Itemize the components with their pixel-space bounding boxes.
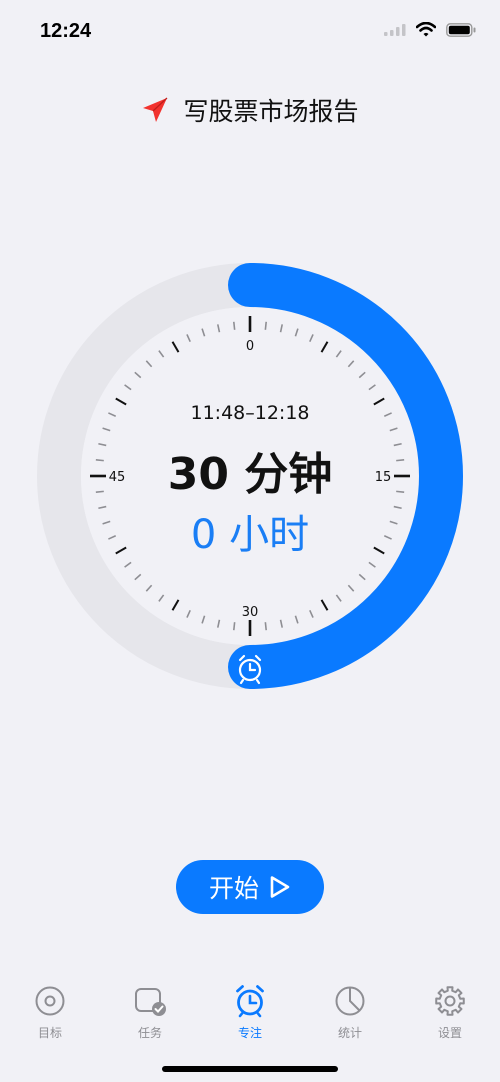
duration-minutes: 30 分钟: [167, 449, 333, 500]
start-button-label: 开始: [208, 874, 259, 903]
gear-outline: [435, 986, 465, 1016]
pie-chart-icon: [335, 986, 365, 1016]
target-icon: [35, 986, 65, 1016]
signal-icon: [384, 23, 406, 36]
status-time: 12:24: [40, 20, 92, 42]
tab-focus[interactable]: 专注: [200, 978, 300, 1048]
tab-label: 统计: [337, 1026, 362, 1040]
tick-label-0: 0: [246, 339, 254, 354]
start-button[interactable]: 开始: [176, 860, 324, 914]
play-icon: [270, 876, 290, 898]
dial-tick: [233, 622, 236, 631]
tab-bar: 目标 任务 专注 统计 设置: [0, 978, 500, 1048]
duration-hours: 0 小时: [190, 512, 310, 558]
dial-tick: [264, 321, 267, 330]
status-icons: [384, 22, 476, 37]
task-check-icon: [135, 988, 166, 1016]
tab-label: 任务: [137, 1026, 162, 1040]
home-indicator: [162, 1066, 338, 1072]
alarm-handle[interactable]: [230, 648, 270, 688]
alarm-clock-icon: [236, 985, 264, 1018]
tab-stats[interactable]: 统计: [300, 978, 400, 1048]
gear-icon: [435, 986, 465, 1016]
time-range: 11:48–12:18: [190, 402, 310, 424]
dial-tick: [233, 321, 236, 330]
dial-tick: [264, 622, 267, 631]
tab-tasks[interactable]: 任务: [100, 978, 200, 1048]
tick-label-30: 30: [242, 605, 259, 620]
tab-label: 专注: [237, 1026, 262, 1040]
battery-icon: [446, 22, 476, 37]
task-header[interactable]: 写股票市场报告: [0, 92, 500, 128]
wifi-icon: [416, 22, 436, 37]
task-title: 写股票市场报告: [183, 97, 359, 126]
tab-label: 目标: [37, 1026, 62, 1040]
tab-goals[interactable]: 目标: [0, 978, 100, 1048]
status-bar: 12:24: [0, 0, 500, 60]
tab-settings[interactable]: 设置: [400, 978, 500, 1048]
paper-plane-icon: [143, 97, 168, 122]
tab-label: 设置: [437, 1026, 462, 1040]
